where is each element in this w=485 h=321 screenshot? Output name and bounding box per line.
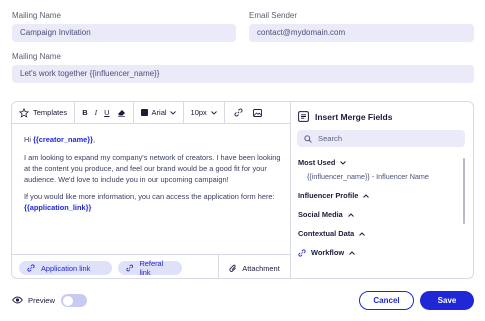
- image-icon: [252, 108, 262, 117]
- greeting-line: Hi {{creator_name}},: [24, 134, 282, 145]
- most-used-section[interactable]: Most Used: [298, 158, 347, 167]
- search-placeholder: Search: [318, 134, 343, 143]
- body-paragraph-2: If you would like more information, you …: [24, 191, 282, 213]
- link-icon: [298, 248, 306, 257]
- email-body[interactable]: Hi {{creator_name}}, I am looking to exp…: [24, 134, 282, 220]
- section-label: Social Media: [298, 210, 343, 219]
- merge-fields-panel: Insert Merge Fields Search Most Used {{i…: [291, 102, 473, 278]
- social-media-section[interactable]: Social Media: [298, 210, 354, 219]
- chevron-up-icon: [347, 212, 354, 217]
- link-icon: [234, 108, 243, 117]
- eraser-button[interactable]: [117, 108, 126, 117]
- eraser-icon: [117, 110, 125, 117]
- italic-button[interactable]: I: [95, 108, 98, 117]
- creator-name-variable[interactable]: {{creator_name}}: [33, 135, 93, 144]
- chevron-up-icon: [359, 231, 366, 236]
- underline-button[interactable]: U: [104, 108, 109, 117]
- chips-bar: Application link Referal link Attachment: [12, 254, 290, 278]
- link-icon: [126, 264, 134, 272]
- merge-search-input[interactable]: Search: [297, 130, 465, 147]
- section-label: Workflow: [311, 248, 345, 257]
- chevron-down-icon: [169, 110, 176, 115]
- insert-link-button[interactable]: [234, 108, 243, 117]
- paperclip-icon: [229, 264, 237, 272]
- greeting-suffix: ,: [93, 135, 96, 144]
- chip-label: Application link: [41, 263, 91, 273]
- paragraph-2-text: If you would like more information, you …: [24, 192, 275, 201]
- chevron-up-icon: [363, 193, 370, 198]
- section-label: Influencer Profile: [298, 191, 359, 200]
- referal-link-chip[interactable]: Referal link: [118, 259, 182, 277]
- insert-image-button[interactable]: [252, 108, 262, 117]
- search-icon: [304, 134, 312, 143]
- text-color-button[interactable]: [140, 109, 148, 116]
- merge-scrollbar[interactable]: [463, 158, 465, 224]
- font-select-value: Arial: [151, 108, 167, 117]
- attachment-label: Attachment: [242, 263, 280, 273]
- chevron-down-icon: [340, 160, 347, 165]
- email-editor: Templates B I U Arial 10px Hi {{creator_…: [11, 101, 474, 279]
- toggle-knob: [62, 295, 73, 306]
- font-size-select[interactable]: 10px: [191, 108, 217, 117]
- save-button[interactable]: Save: [420, 291, 474, 310]
- cancel-button[interactable]: Cancel: [359, 291, 414, 310]
- merge-fields-icon: [298, 111, 309, 122]
- preview-toggle[interactable]: [61, 294, 87, 307]
- star-icon: [19, 107, 29, 118]
- merge-fields-title: Insert Merge Fields: [315, 112, 393, 122]
- application-link-variable[interactable]: {{application_link}}: [24, 203, 91, 212]
- contextual-data-section[interactable]: Contextual Data: [298, 229, 366, 238]
- link-icon: [27, 264, 35, 272]
- subject-label: Mailing Name: [12, 52, 61, 61]
- chevron-up-icon: [349, 250, 355, 255]
- eye-icon: [12, 296, 23, 304]
- mailing-name-label: Mailing Name: [12, 11, 61, 20]
- greeting-prefix: Hi: [24, 135, 34, 144]
- font-size-value: 10px: [190, 108, 207, 117]
- merge-field-item[interactable]: {{influencer_name}} - Influencer Name: [307, 172, 429, 181]
- mailing-name-input[interactable]: Campaign Invitation: [12, 24, 236, 42]
- chip-label: Referal link: [139, 259, 164, 277]
- bold-button[interactable]: B: [82, 108, 87, 117]
- font-select[interactable]: Arial: [152, 108, 176, 117]
- color-swatch-icon: [140, 109, 148, 116]
- editor-toolbar: Templates B I U Arial 10px: [12, 102, 290, 124]
- workflow-section[interactable]: Workflow: [298, 248, 355, 257]
- application-link-chip[interactable]: Application link: [19, 261, 112, 275]
- email-sender-label: Email Sender: [249, 11, 298, 20]
- chevron-down-icon: [210, 110, 217, 115]
- attachment-button[interactable]: Attachment: [218, 255, 290, 278]
- section-label: Contextual Data: [298, 229, 355, 238]
- body-paragraph-1: I am looking to expand my company's netw…: [24, 152, 281, 184]
- influencer-profile-section[interactable]: Influencer Profile: [298, 191, 370, 200]
- section-label: Most Used: [298, 158, 336, 167]
- subject-input[interactable]: Let's work together {{influencer_name}}: [12, 65, 474, 83]
- preview-label: Preview: [28, 296, 56, 305]
- email-sender-input[interactable]: contact@mydomain.com: [249, 24, 474, 42]
- templates-label: Templates: [33, 108, 68, 117]
- templates-button[interactable]: Templates: [19, 107, 68, 118]
